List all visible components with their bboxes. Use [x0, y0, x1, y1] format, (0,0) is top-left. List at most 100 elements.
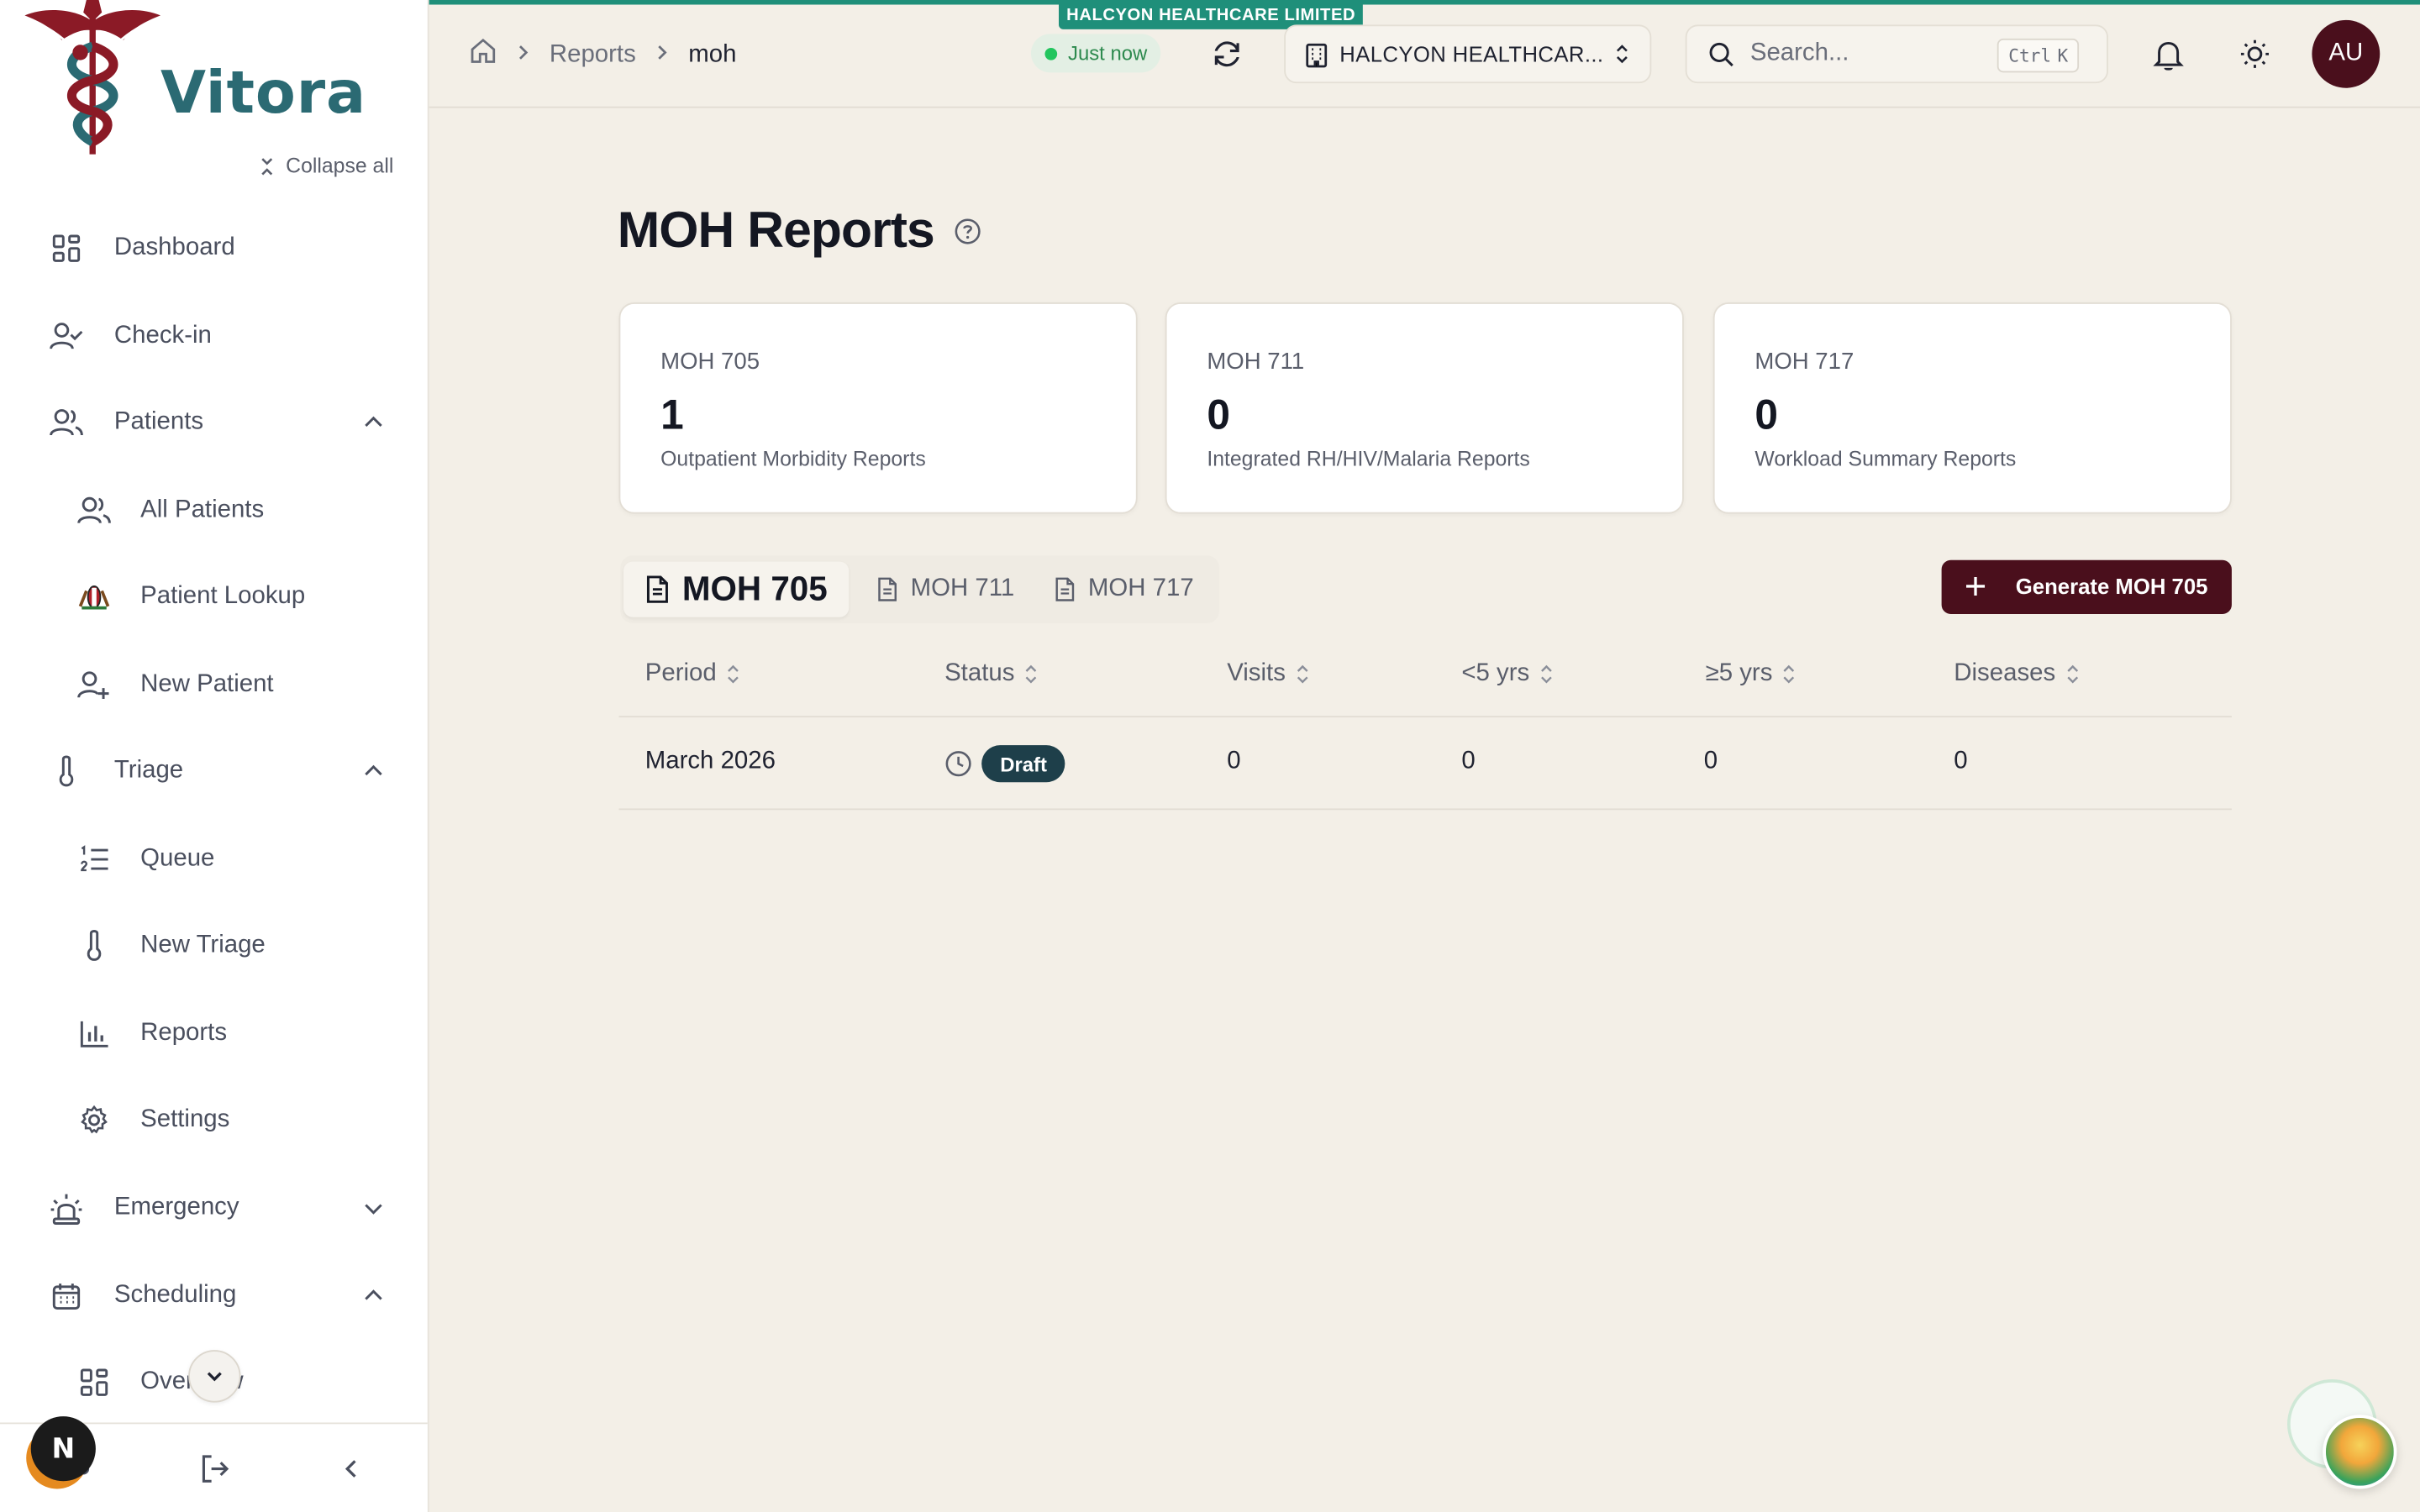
collapse-all-button[interactable]: Collapse all: [258, 155, 393, 177]
sidebar-scroll-down-button[interactable]: [188, 1350, 241, 1403]
breadcrumb-separator-icon: [515, 41, 530, 69]
sidebar-item-all-patients[interactable]: All Patients: [0, 468, 428, 554]
sort-icon: [1297, 664, 1308, 684]
table-header: Period Status Visits <5 yrs ≥5 yrs Disea…: [618, 634, 2232, 718]
brand-logo[interactable]: Vitora: [18, 0, 366, 160]
sidebar: Vitora Collapse all Dashboard Check-in P…: [0, 0, 429, 1512]
page-title: MOH Reports: [617, 200, 935, 258]
stat-card-count: 0: [1754, 391, 1778, 438]
organization-selector-label: HALCYON HEALTHCAR...: [1339, 41, 1604, 66]
column-label: <5 yrs: [1461, 660, 1530, 687]
online-dot-icon: [1044, 47, 1058, 60]
table-row[interactable]: March 2026 Draft 0 0 0 0: [618, 717, 2232, 811]
chevron-left-icon: [345, 1460, 356, 1478]
chevron-down-icon: [207, 1372, 222, 1382]
stat-card-moh-711: MOH 711 0 Integrated RH/HIV/Malaria Repo…: [1165, 302, 1684, 514]
sidebar-item-reports[interactable]: Reports: [0, 990, 428, 1077]
column-header-visits[interactable]: Visits: [1227, 660, 1310, 688]
column-label: Status: [944, 660, 1015, 687]
kenya-emblem-icon: [77, 580, 111, 614]
vacation-avatar-icon[interactable]: [2323, 1415, 2397, 1489]
gear-icon: [77, 1103, 111, 1137]
sidebar-item-queue[interactable]: Queue: [0, 816, 428, 903]
calendar-icon: [50, 1279, 83, 1313]
sidebar-item-triage[interactable]: Triage: [0, 728, 428, 815]
siren-icon: [50, 1191, 83, 1225]
breadcrumb: Reports moh: [469, 37, 736, 72]
users-icon: [50, 406, 83, 439]
column-header-diseases[interactable]: Diseases: [1954, 660, 2080, 688]
sidebar-item-label: Patient Lookup: [140, 583, 306, 610]
dashboard-grid-icon: [50, 232, 83, 265]
sort-icon: [728, 664, 739, 684]
refresh-icon[interactable]: [1210, 37, 1244, 71]
search-icon: [1709, 42, 1733, 67]
sidebar-item-dashboard[interactable]: Dashboard: [0, 205, 428, 291]
column-label: Visits: [1227, 660, 1286, 687]
home-crumb[interactable]: [469, 37, 497, 72]
brand-name: Vitora: [160, 58, 367, 127]
sidebar-item-label: Emergency: [113, 1194, 239, 1221]
sync-status-label: Just now: [1068, 41, 1148, 66]
shortcut-key: K: [2057, 45, 2069, 66]
generate-report-label: Generate MOH 705: [2015, 574, 2208, 599]
stat-card-description: Workload Summary Reports: [1754, 447, 2017, 471]
caduceus-logo-icon: [24, 0, 161, 155]
sidebar-item-label: Queue: [140, 845, 215, 872]
tab-label: MOH 705: [681, 569, 828, 608]
global-search-input[interactable]: Search... Ctrl K: [1685, 24, 2108, 84]
user-plus-icon: [77, 668, 111, 701]
stat-card-code: MOH 705: [660, 349, 760, 375]
stat-card-description: Integrated RH/HIV/Malaria Reports: [1207, 447, 1530, 471]
sort-icon: [1026, 664, 1037, 684]
sidebar-item-label: Check-in: [113, 322, 212, 349]
cell-over-5: 0: [1703, 748, 1718, 775]
chevron-up-icon: [365, 1289, 382, 1300]
column-header-period[interactable]: Period: [645, 660, 741, 688]
sidebar-item-settings[interactable]: Settings: [0, 1077, 428, 1163]
breadcrumb-reports[interactable]: Reports: [550, 41, 636, 69]
sidebar-item-new-patient[interactable]: New Patient: [0, 642, 428, 728]
tab-moh-711[interactable]: MOH 711: [855, 562, 1036, 617]
sidebar-item-scheduling[interactable]: Scheduling: [0, 1252, 428, 1339]
column-header-over-5[interactable]: ≥5 yrs: [1706, 660, 1797, 688]
thermometer-icon: [77, 929, 111, 963]
cell-diseases: 0: [1954, 748, 1968, 775]
sun-theme-icon[interactable]: [2238, 37, 2271, 71]
organization-selector[interactable]: HALCYON HEALTHCAR...: [1284, 24, 1652, 84]
bell-icon[interactable]: [2151, 37, 2185, 71]
sidebar-item-emergency[interactable]: Emergency: [0, 1165, 428, 1252]
sidebar-item-label: Reports: [140, 1020, 228, 1047]
sidebar-item-patients[interactable]: Patients: [0, 380, 428, 466]
sidebar-nav: Dashboard Check-in Patients All Patients…: [0, 205, 428, 1424]
sidebar-item-label: Patients: [113, 408, 204, 435]
collapse-chevrons-icon: [261, 157, 273, 175]
tab-moh-717[interactable]: MOH 717: [1033, 562, 1216, 617]
list-ordered-icon: [77, 843, 111, 876]
tab-moh-705[interactable]: MOH 705: [623, 561, 850, 617]
users-icon: [77, 494, 111, 528]
chevron-up-icon: [365, 764, 382, 776]
column-header-status[interactable]: Status: [944, 660, 1039, 688]
user-check-icon: [50, 319, 83, 353]
logout-button[interactable]: [196, 1451, 233, 1488]
generate-report-button[interactable]: Generate MOH 705: [1941, 559, 2232, 615]
stat-card-moh-717: MOH 717 0 Workload Summary Reports: [1712, 302, 2232, 514]
clock-icon: [945, 751, 971, 777]
file-text-icon: [646, 575, 668, 603]
sidebar-item-check-in[interactable]: Check-in: [0, 293, 428, 380]
sidebar-item-label: Dashboard: [113, 234, 235, 261]
next-dev-badge[interactable]: N: [30, 1416, 96, 1482]
cell-visits: 0: [1227, 748, 1241, 775]
help-circle-icon[interactable]: [954, 218, 981, 245]
stat-card-count: 1: [660, 391, 684, 438]
user-avatar[interactable]: AU: [2312, 19, 2381, 88]
sidebar-item-patient-lookup[interactable]: Patient Lookup: [0, 554, 428, 640]
sidebar-item-label: New Patient: [140, 670, 274, 698]
file-text-icon: [878, 577, 897, 601]
bar-chart-icon: [77, 1016, 111, 1050]
column-header-under-5[interactable]: <5 yrs: [1461, 660, 1554, 688]
sidebar-item-new-triage[interactable]: New Triage: [0, 902, 428, 989]
collapse-sidebar-button[interactable]: [334, 1451, 371, 1488]
file-text-icon: [1055, 577, 1075, 601]
